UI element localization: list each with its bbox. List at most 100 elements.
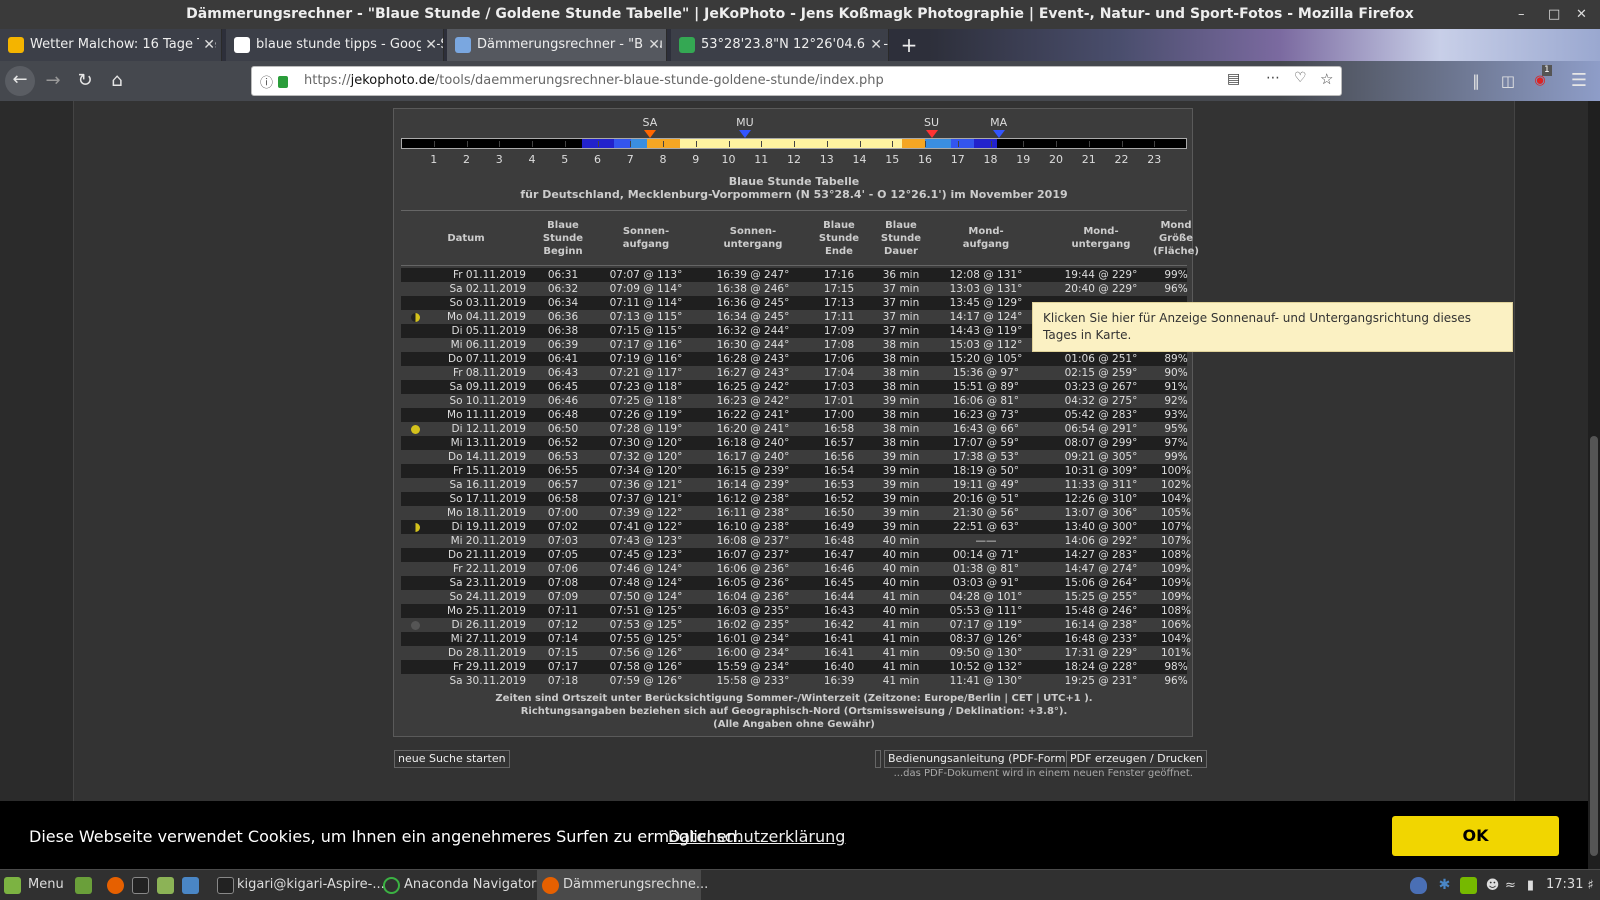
create-pdf-button[interactable]: PDF erzeugen / Drucken [1066,750,1207,768]
minimize-icon[interactable]: – [1518,0,1525,29]
tab-3[interactable]: Dämmerungsrechner - "Blau ✕ [447,29,667,61]
close-tab-icon[interactable]: ✕ [199,29,215,61]
timeline-tick [564,141,566,147]
table-cell: 17:07 @ 59° [952,437,1020,449]
table-row[interactable]: Do 28.11.2019 07:15 07:56 @ 126° 16:00 @ 23… [401,646,1191,660]
table-row[interactable]: Fr 22.11.2019 07:06 07:46 @ 124° 16:06 @ 23… [401,562,1191,576]
close-tab-icon[interactable]: ✕ [644,29,660,61]
table-row[interactable]: Fr 08.11.2019 06:43 07:21 @ 117° 16:27 @ 24… [401,366,1188,380]
cookie-text: Diese Webseite verwendet Cookies, um Ihn… [29,827,742,846]
sidebar-icon[interactable]: ◫ [1494,67,1522,95]
tab-1[interactable]: Wetter Malchow: 16 Tage Tre ✕ [0,29,222,61]
taskbar-window-firefox[interactable]: Dämmerungsrechne... [537,870,708,900]
battery-icon[interactable]: ▮ [1522,877,1539,894]
pocket-icon[interactable]: ♡ [1294,70,1307,86]
bluetooth-icon[interactable]: ✱ [1436,877,1453,894]
wifi-icon[interactable]: ≈ [1502,877,1519,894]
table-cell: 15:48 @ 246° [1064,605,1138,617]
table-cell: 16:27 @ 243° [716,367,790,379]
maximize-icon[interactable]: □ [1548,0,1560,29]
info-icon[interactable]: ⓘ [260,72,273,91]
table-row[interactable]: Mi 13.11.2019 06:52 07:30 @ 120° 16:18 @ 24… [401,436,1188,450]
table-row[interactable]: Sa 09.11.2019 06:45 07:23 @ 118° 16:25 @ 24… [401,380,1188,394]
show-desktop-icon[interactable] [75,877,92,894]
timeline-tick [695,141,697,147]
page-actions-icon[interactable]: ⋯ [1266,70,1280,86]
timeline-hour-label: 19 [1016,153,1031,166]
table-row[interactable]: Fr 29.11.2019 07:17 07:58 @ 126° 15:59 @ 23… [401,660,1188,674]
forward-icon[interactable]: → [39,67,67,95]
new-tab-button[interactable]: + [896,29,922,61]
table-row[interactable]: Fr 01.11.2019 06:31 07:07 @ 113° 16:39 @ 24… [401,268,1188,282]
table-cell: 14:43 @ 119° [949,325,1023,337]
table-cell: 16:58 [823,423,855,435]
hamburger-menu-icon[interactable]: ☰ [1565,67,1593,95]
mail-launcher-icon[interactable] [182,877,199,894]
table-row[interactable]: Sa 30.11.2019 07:18 07:59 @ 126° 15:58 @ 23… [401,674,1188,688]
scrollbar[interactable] [1588,101,1600,869]
tab-2[interactable]: blaue stunde tipps - Google-S ✕ [226,29,444,61]
cookie-ok-button[interactable]: OK [1392,816,1559,856]
table-row[interactable]: Do 07.11.2019 06:41 07:19 @ 116° 16:28 @ 24… [401,352,1188,366]
manual-pdf-button[interactable]: Bedienungsanleitung (PDF-Format) [884,750,1085,768]
table-row[interactable]: So 24.11.2019 07:09 07:50 @ 124° 16:04 @ 23… [401,590,1191,604]
shield-icon[interactable] [1410,877,1427,894]
table-cell: So 03.11.2019 [449,297,526,309]
table-row[interactable]: Mo 18.11.2019 07:00 07:39 @ 122° 16:11 @ 23… [401,506,1191,520]
table-cell: 06:45 [547,381,579,393]
table-cell: 07:02 [547,521,579,533]
tab-4[interactable]: 53°28'23.8"N 12°26'04.6"E - G ✕ [671,29,889,61]
table-row[interactable]: Sa 23.11.2019 07:08 07:48 @ 124° 16:05 @ 23… [401,576,1191,590]
table-row[interactable]: Do 14.11.2019 06:53 07:32 @ 120° 16:17 @ 24… [401,450,1188,464]
table-cell: 07:53 @ 125° [609,619,683,631]
taskbar-window-terminal[interactable]: kigari@kigari-Aspire-... [213,870,385,900]
scrollbar-thumb[interactable] [1590,436,1598,856]
table-cell: 97% [1164,437,1188,449]
table-cell: 06:54 @ 291° [1064,423,1138,435]
table-row[interactable]: Mo 25.11.2019 07:11 07:51 @ 125° 16:03 @ 23… [401,604,1191,618]
close-window-icon[interactable]: ✕ [1576,0,1587,29]
table-cell: 19:44 @ 229° [1064,269,1138,281]
reload-icon[interactable]: ↻ [71,67,99,95]
ublock-icon[interactable]: ◉ 1 [1526,65,1554,95]
table-row[interactable]: So 17.11.2019 06:58 07:37 @ 121° 16:12 @ 23… [401,492,1191,506]
close-tab-icon[interactable]: ✕ [866,29,882,61]
nvidia-icon[interactable] [1460,877,1477,894]
bookmark-star-icon[interactable]: ☆ [1320,70,1333,88]
clock[interactable]: 17:31 [1546,870,1583,900]
taskbar-window-anaconda[interactable]: Anaconda Navigator [378,870,536,900]
table-row[interactable]: Fr 15.11.2019 06:55 07:34 @ 120° 16:15 @ 23… [401,464,1191,478]
table-cell: Sa 16.11.2019 [449,479,526,491]
table-row[interactable]: Sa 02.11.2019 06:32 07:09 @ 114° 16:38 @ 24… [401,282,1188,296]
table-cell: 16:48 @ 233° [1064,633,1138,645]
home-icon[interactable]: ⌂ [103,67,131,95]
privacy-policy-link[interactable]: Datenschutzerklärung [668,827,845,846]
table-row[interactable]: Di 19.11.2019 07:02 07:41 @ 122° 16:10 @ 23… [401,520,1191,534]
user-icon[interactable]: ☻ [1484,877,1501,894]
table-row[interactable]: Mi 20.11.2019 07:03 07:43 @ 123° 16:08 @ 23… [401,534,1191,548]
table-row[interactable]: Do 21.11.2019 07:05 07:45 @ 123° 16:07 @ 23… [401,548,1191,562]
back-icon[interactable]: ← [5,66,35,96]
terminal-launcher-icon[interactable] [132,877,149,894]
new-search-button[interactable]: neue Suche starten [394,750,510,768]
table-cell: 104% [1161,493,1192,505]
table-cell: 16:39 [823,675,855,687]
url-bar[interactable]: ⓘ https://jekophoto.de/tools/daemmerungs… [251,66,1342,96]
table-row[interactable]: Di 12.11.2019 06:50 07:28 @ 119° 16:20 @ 24… [401,422,1188,436]
start-menu-button[interactable]: Menu [4,870,64,900]
close-tab-icon[interactable]: ✕ [421,29,437,61]
table-row[interactable]: Mo 11.11.2019 06:48 07:26 @ 119° 16:22 @ 24… [401,408,1188,422]
table-row[interactable]: So 10.11.2019 06:46 07:25 @ 118° 16:23 @ 24… [401,394,1188,408]
volume-icon[interactable]: ♯ [1582,877,1599,894]
reader-view-icon[interactable]: ▤ [1227,71,1240,87]
table-row[interactable]: Mi 27.11.2019 07:14 07:55 @ 125° 16:01 @ 23… [401,632,1191,646]
firefox-launcher-icon[interactable] [107,877,124,894]
files-launcher-icon[interactable] [157,877,174,894]
table-cell: 17:31 @ 229° [1064,647,1138,659]
table-cell: 06:43 [547,367,579,379]
library-icon[interactable]: ‖ [1462,67,1490,95]
table-row[interactable]: Di 26.11.2019 07:12 07:53 @ 125° 16:02 @ 23… [401,618,1191,632]
table-row[interactable]: Sa 16.11.2019 06:57 07:36 @ 121° 16:14 @ 23… [401,478,1191,492]
url-text[interactable]: https://jekophoto.de/tools/daemmerungsre… [304,73,884,88]
window-title: Dämmerungsrechner - "Blaue Stunde / Gold… [186,6,1414,22]
